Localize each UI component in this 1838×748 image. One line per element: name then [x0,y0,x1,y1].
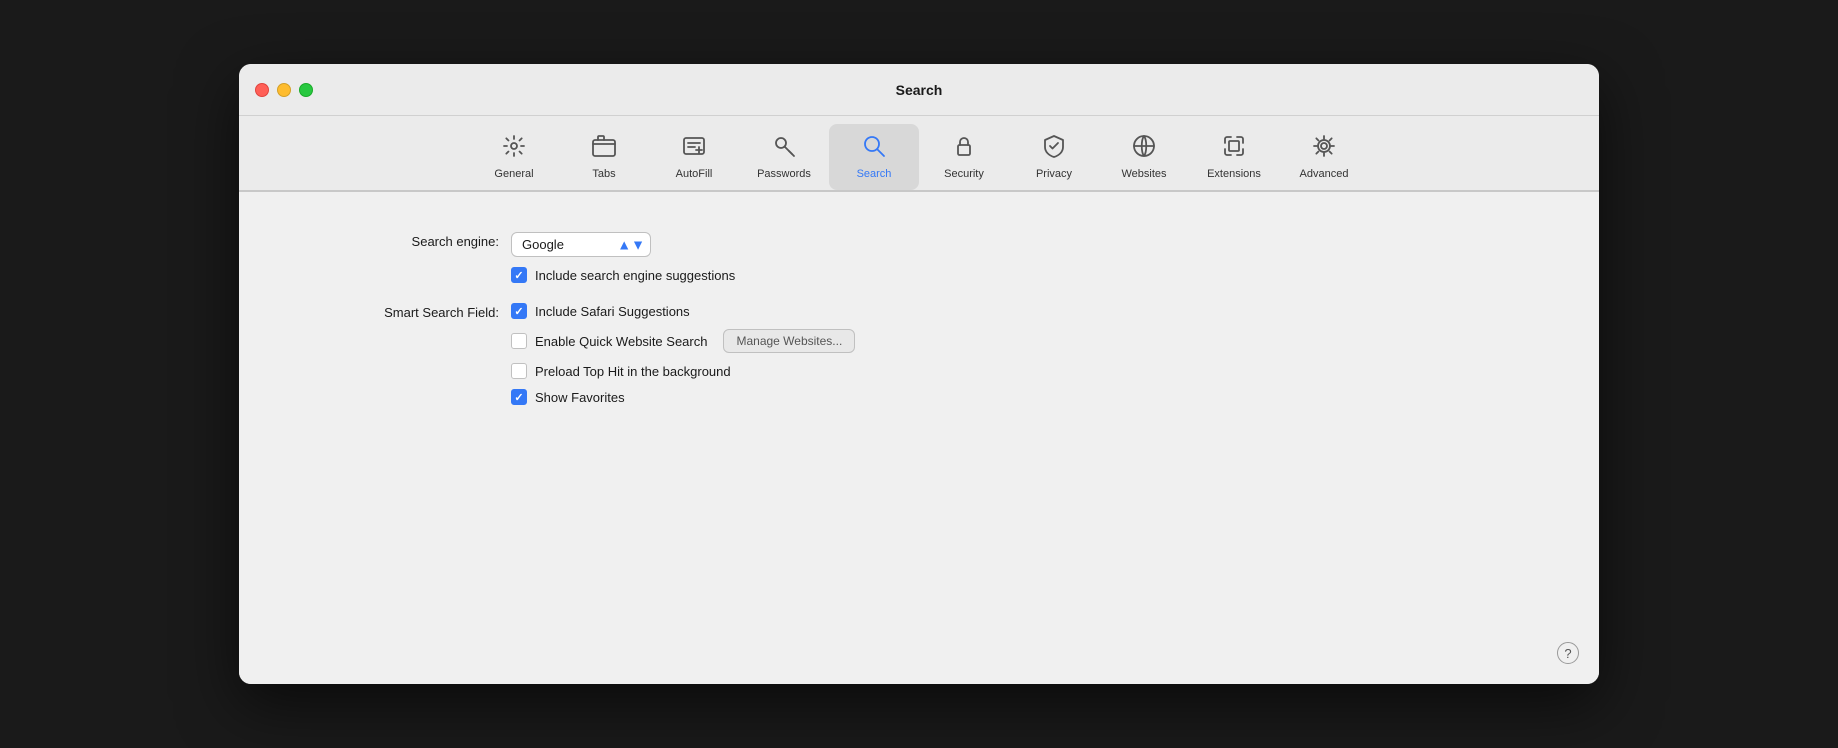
tab-privacy[interactable]: Privacy [1009,124,1099,190]
tab-websites-label: Websites [1121,168,1166,180]
search-engine-row: Search engine: Google Yahoo Bing DuckDuc… [299,232,1539,283]
content-area: Search engine: Google Yahoo Bing DuckDuc… [239,192,1599,684]
tab-security[interactable]: Security [919,124,1009,190]
toolbar: General Tabs Auto [239,116,1599,191]
tab-autofill[interactable]: AutoFill [649,124,739,190]
tabs-icon [590,132,618,164]
tab-extensions[interactable]: Extensions [1189,124,1279,190]
search-engine-label: Search engine: [299,232,499,249]
show-favorites-row: Show Favorites [511,389,855,405]
general-icon [500,132,528,164]
include-safari-checkbox[interactable] [511,303,527,319]
maximize-button[interactable] [299,83,313,97]
titlebar: Search [239,64,1599,116]
include-suggestions-checkbox[interactable] [511,267,527,283]
search-icon [860,132,888,164]
search-engine-select-group: Google Yahoo Bing DuckDuckGo Ecosia ▲▼ [511,232,735,257]
advanced-icon [1310,132,1338,164]
quick-website-row: Enable Quick Website Search Manage Websi… [511,329,855,353]
autofill-icon [680,132,708,164]
tab-security-label: Security [944,168,984,180]
tab-privacy-label: Privacy [1036,168,1072,180]
tab-advanced-label: Advanced [1300,168,1349,180]
preload-label: Preload Top Hit in the background [535,364,731,379]
close-button[interactable] [255,83,269,97]
tab-tabs[interactable]: Tabs [559,124,649,190]
quick-website-label: Enable Quick Website Search [535,334,707,349]
search-engine-select-wrapper: Google Yahoo Bing DuckDuckGo Ecosia ▲▼ [511,232,651,257]
traffic-lights [255,83,313,97]
tab-search[interactable]: Search [829,124,919,190]
tab-passwords-label: Passwords [757,168,811,180]
smart-search-row: Smart Search Field: Include Safari Sugge… [299,303,1539,405]
security-icon [950,132,978,164]
tab-general[interactable]: General [469,124,559,190]
tab-extensions-label: Extensions [1207,168,1261,180]
smart-search-label: Smart Search Field: [299,303,499,320]
include-safari-label: Include Safari Suggestions [535,304,690,319]
passwords-icon [770,132,798,164]
tab-websites[interactable]: Websites [1099,124,1189,190]
tab-search-label: Search [857,168,892,180]
tab-advanced[interactable]: Advanced [1279,124,1369,190]
tab-passwords[interactable]: Passwords [739,124,829,190]
preload-checkbox[interactable] [511,363,527,379]
tab-tabs-label: Tabs [592,168,615,180]
manage-websites-button[interactable]: Manage Websites... [723,329,855,353]
show-favorites-label: Show Favorites [535,390,625,405]
extensions-icon [1220,132,1248,164]
websites-icon [1130,132,1158,164]
smart-search-content: Include Safari Suggestions Enable Quick … [511,303,855,405]
window-title: Search [896,82,943,98]
tab-general-label: General [494,168,533,180]
safari-preferences-window: Search General Tabs [239,64,1599,684]
minimize-button[interactable] [277,83,291,97]
include-suggestions-row: Include search engine suggestions [511,267,735,283]
search-engine-dropdown[interactable]: Google Yahoo Bing DuckDuckGo Ecosia [511,232,651,257]
preload-row: Preload Top Hit in the background [511,363,855,379]
tab-autofill-label: AutoFill [676,168,713,180]
show-favorites-checkbox[interactable] [511,389,527,405]
help-button[interactable]: ? [1557,642,1579,664]
privacy-icon [1040,132,1068,164]
quick-website-checkbox[interactable] [511,333,527,349]
include-safari-row: Include Safari Suggestions [511,303,855,319]
include-suggestions-label: Include search engine suggestions [535,268,735,283]
search-engine-content: Google Yahoo Bing DuckDuckGo Ecosia ▲▼ I… [511,232,735,283]
